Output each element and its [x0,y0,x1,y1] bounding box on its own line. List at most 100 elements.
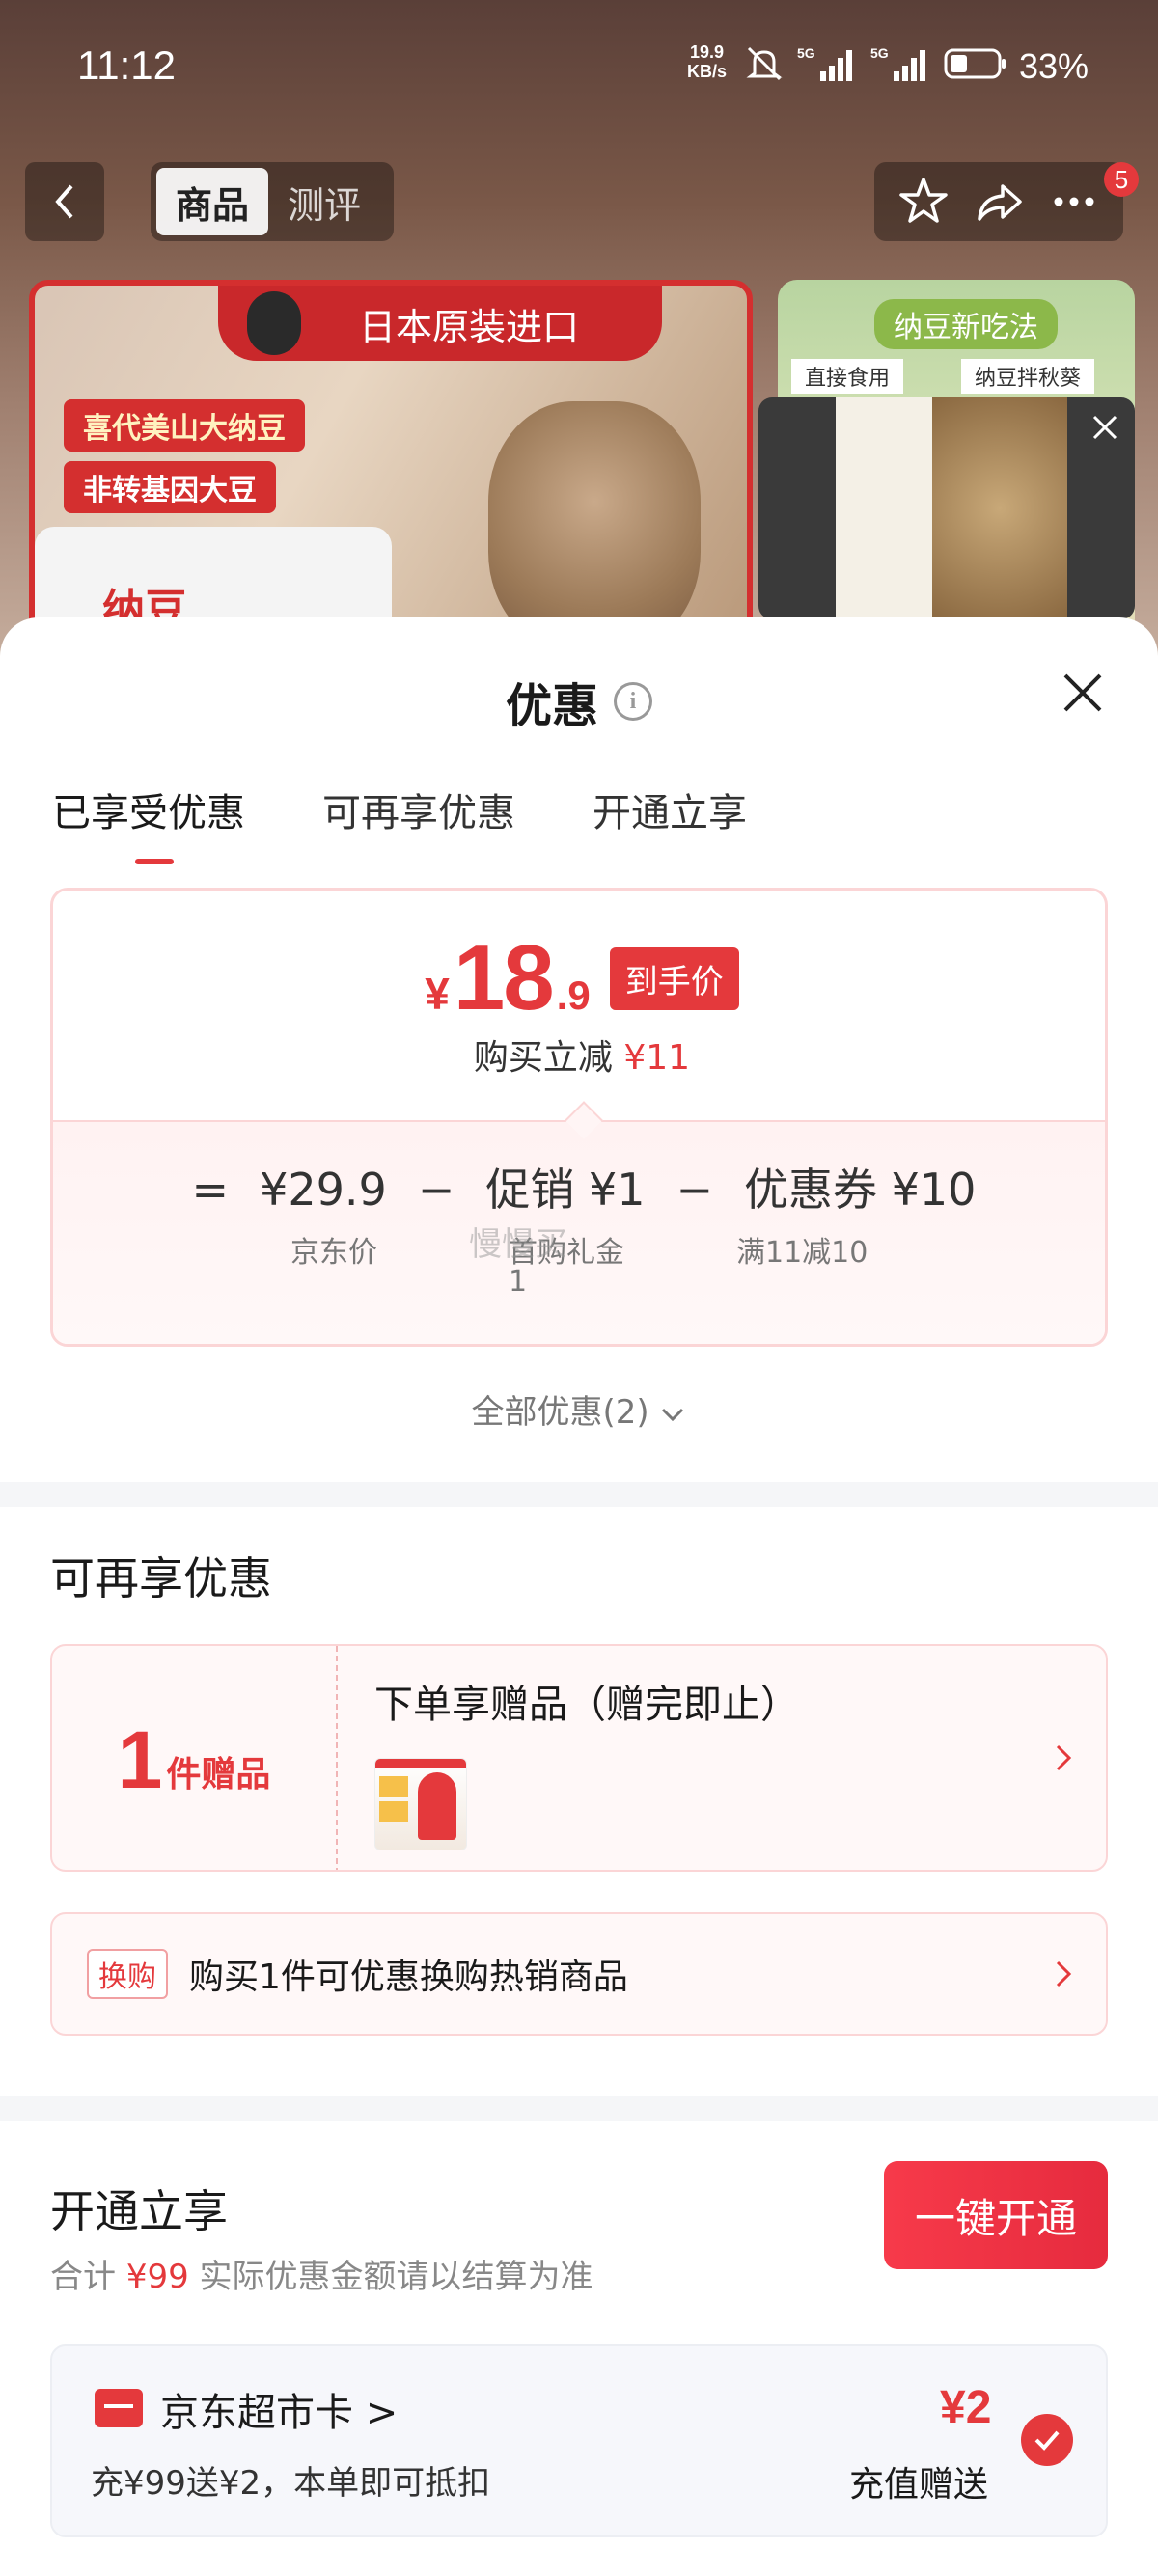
gift-title: 下单享赠品（赠完即止） [374,1683,799,1727]
gift-count: 1 件赠品 [52,1646,338,1870]
natto-bowl-image [488,401,701,652]
price-breakdown-card: ¥ 18 .9 到手价 购买立减 ¥11 = ¥29.9 − 促销 ¥1 − 优… [50,888,1108,1347]
product-page-background: 11:12 19.9 KB/s 5G 5G 33% 商品 测评 5 日本原装进口… [0,0,1158,675]
signal-5g-icon-2: 5G [870,45,925,81]
gift-thumbnail [374,1758,467,1850]
final-price-tag: 到手价 [609,946,739,1010]
sheet-title: 优惠 i [0,668,1158,735]
price-calculation: = ¥29.9 − 促销 ¥1 − 优惠券 ¥10 京东价 首购礼金 1 满11… [53,1120,1105,1344]
chevron-left-icon [55,184,73,219]
calc-row: = ¥29.9 − 促销 ¥1 − 优惠券 ¥10 [53,1155,1105,1219]
section-divider [0,2096,1158,2121]
final-price-area: ¥ 18 .9 到手价 购买立减 ¥11 [53,891,1105,1122]
tab-open-offers[interactable]: 开通立享 [593,781,747,837]
subtitle-amount: ¥99 [125,2258,189,2296]
nav-tabs: 商品 测评 [151,162,394,241]
jd-price-label: 京东价 [290,1236,377,1270]
product-image-main[interactable]: 日本原装进口 喜代美山大纳豆 非转基因大豆 纳豆 [29,280,753,675]
product-tag-non-gmo: 非转基因大豆 [64,461,276,513]
gift-thumb-person [418,1772,456,1840]
minus-sign: − [676,1164,714,1216]
sheet-title-text: 优惠 [505,679,598,733]
offers-sheet: 优惠 i 已享受优惠 可再享优惠 开通立享 ¥ 18 .9 到手价 购买立减 ¥… [0,617,1158,2576]
subtitle-suffix: 实际优惠金额请以结算为准 [199,2258,593,2296]
price-reduction: 购买立减 ¥11 [53,1029,1105,1080]
tab-enjoyed-offers[interactable]: 已享受优惠 [52,781,245,864]
swap-offer-card[interactable]: 换购 购买1件可优惠换购热销商品 [50,1912,1108,2036]
coupon-label: 满11减10 [736,1236,868,1270]
video-product-box [836,397,932,619]
close-icon [1092,415,1117,440]
gift-thumb-card-2 [379,1801,408,1822]
signal-5g-icon: 5G [797,45,852,81]
gift-count-unit: 件赠品 [166,1755,271,1795]
price-currency: ¥ [425,969,450,1019]
network-speed: 19.9 KB/s [687,42,728,81]
mute-icon [746,46,783,81]
video-natto-image [932,397,1067,619]
battery-percent: 33% [1019,46,1089,86]
share-icon[interactable] [972,175,1026,229]
side-image-title: 纳豆新吃法 [874,299,1058,349]
chevron-down-icon [662,1408,684,1421]
product-tag-name: 喜代美山大纳豆 [64,399,305,452]
tab-review[interactable]: 测评 [268,168,380,235]
brand-logo [247,291,301,355]
video-close-button[interactable] [1075,397,1135,457]
close-icon [1063,673,1102,712]
all-offers-toggle[interactable]: 全部优惠(2) [0,1385,1158,1433]
card-name-link[interactable]: 京东超市卡 > [160,2381,398,2437]
coupon-amount: 优惠券 ¥10 [744,1164,977,1216]
more-icon[interactable] [1047,175,1101,229]
status-icons: 5G 5G [743,44,1007,83]
all-offers-label: 全部优惠(2) [471,1393,649,1432]
chevron-right-icon [1056,1960,1072,1987]
back-button[interactable] [25,162,104,241]
offer-tabs: 已享受优惠 可再享优惠 开通立享 [52,781,747,864]
final-price: ¥ 18 .9 到手价 [53,925,1105,1031]
swap-text: 购买1件可优惠换购热销商品 [189,1958,628,1997]
watermark: 慢慢买 [469,1225,567,1264]
info-icon[interactable]: i [614,682,652,721]
open-offers-subtitle: 合计 ¥99 实际优惠金额请以结算为准 [50,2250,593,2297]
side-image-label-2: 纳豆拌秋葵 [961,359,1095,394]
reduction-amount: ¥11 [623,1038,691,1078]
jd-price: ¥29.9 [260,1164,387,1216]
check-icon [1034,2430,1060,2451]
selected-checkbox[interactable] [1021,2414,1073,2466]
svg-text:5G: 5G [870,45,889,61]
gift-offer-card[interactable]: 1 件赠品 下单享赠品（赠完即止） [50,1644,1108,1872]
price-integer: 18 [453,926,555,1029]
sheet-close-button[interactable] [1054,664,1112,722]
promo-amount: 促销 ¥1 [485,1164,646,1216]
tab-more-offers[interactable]: 可再享优惠 [322,781,515,837]
open-offers-title: 开通立享 [50,2185,228,2237]
side-image-label-1: 直接食用 [791,359,904,394]
equals-sign: = [191,1164,230,1216]
card-description: 充¥99送¥2，本单即可抵扣 [91,2464,491,2503]
gift-thumb-card [379,1776,408,1797]
tab-product[interactable]: 商品 [156,168,268,235]
swap-tag: 换购 [87,1949,168,1999]
one-click-open-button[interactable]: 一键开通 [884,2161,1108,2269]
subtitle-prefix: 合计 [50,2258,116,2296]
gift-thumb-header [375,1759,466,1768]
promo-label-2: 1 [509,1265,528,1299]
card-bonus-amount: ¥2 [940,2382,992,2433]
price-decimal: .9 [556,973,591,1018]
status-time: 11:12 [77,42,176,88]
gift-count-number: 1 [117,1713,163,1805]
message-badge: 5 [1104,162,1139,197]
svg-text:5G: 5G [797,45,815,61]
star-icon[interactable] [896,175,951,229]
reduction-label: 购买立减 [473,1038,613,1078]
card-bonus-label: 充值赠送 [849,2465,989,2505]
section-divider [0,1482,1158,1507]
card-icon [95,2389,143,2427]
more-offers-title: 可再享优惠 [50,1552,272,1604]
supermarket-card-offer[interactable]: 京东超市卡 > 充¥99送¥2，本单即可抵扣 ¥2 充值赠送 [50,2344,1108,2537]
minus-sign: − [417,1164,455,1216]
nav-actions [874,162,1123,241]
battery-icon [944,48,1006,79]
status-bar: 11:12 19.9 KB/s 5G 5G 33% [0,0,1158,135]
